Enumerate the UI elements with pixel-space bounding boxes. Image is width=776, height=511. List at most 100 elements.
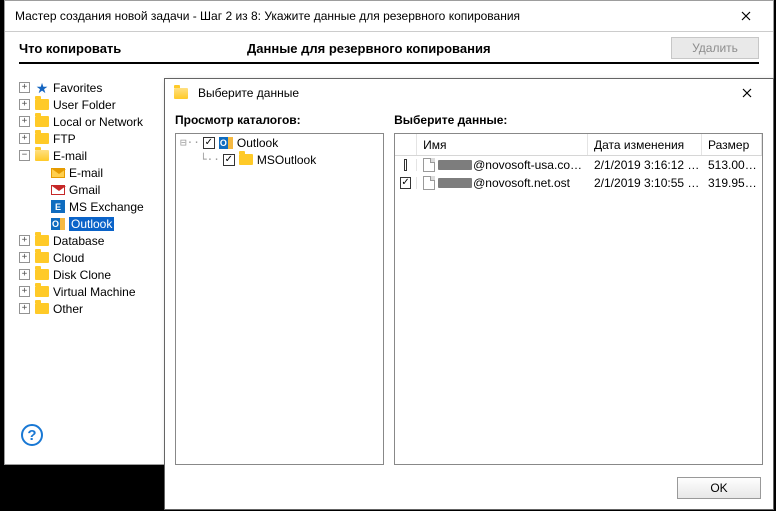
outlook-icon: O bbox=[218, 136, 234, 150]
dialog-close-button[interactable] bbox=[727, 82, 767, 104]
tree-item-label: Virtual Machine bbox=[53, 285, 136, 299]
tree-item[interactable]: O Outlook bbox=[19, 215, 174, 232]
tree-item-label: User Folder bbox=[53, 98, 116, 112]
file-checkbox[interactable] bbox=[404, 159, 407, 171]
source-tree[interactable]: +★Favorites+User Folder+Local or Network… bbox=[19, 79, 174, 404]
file-row[interactable]: @novosoft-usa.co… 2/1/2019 3:16:12 …513.0… bbox=[395, 156, 762, 174]
close-icon bbox=[742, 88, 752, 98]
tree-item[interactable]: Gmail bbox=[19, 181, 174, 198]
catalog-checkbox[interactable]: ✓ bbox=[203, 137, 215, 149]
tree-expander[interactable]: + bbox=[19, 269, 30, 280]
tree-item-label: Cloud bbox=[53, 251, 84, 265]
file-size-cell: 319.95… bbox=[702, 176, 762, 190]
redacted-segment bbox=[438, 160, 472, 170]
file-checkbox[interactable]: ✓ bbox=[400, 177, 410, 189]
tree-item-label: Local or Network bbox=[53, 115, 143, 129]
file-icon bbox=[423, 176, 435, 190]
redacted-segment bbox=[438, 178, 472, 188]
gmail-icon bbox=[51, 185, 65, 195]
file-name-cell: @novosoft.net.ost bbox=[417, 176, 588, 190]
tree-connector-icon: ⊟·· bbox=[180, 136, 200, 149]
divider bbox=[19, 62, 759, 64]
star-icon: ★ bbox=[36, 81, 49, 95]
catalog-heading: Просмотр каталогов: bbox=[175, 113, 384, 127]
tree-item[interactable]: + Local or Network bbox=[19, 113, 174, 130]
file-name-suffix: @novosoft.net.ost bbox=[473, 176, 570, 190]
tree-item-label: E-mail bbox=[69, 166, 103, 180]
tree-expander[interactable]: + bbox=[19, 286, 30, 297]
mail-icon bbox=[51, 168, 65, 178]
tree-expander[interactable]: + bbox=[19, 133, 30, 144]
folder-icon bbox=[35, 252, 49, 263]
tree-item[interactable]: E-mail bbox=[19, 164, 174, 181]
tree-expander[interactable]: + bbox=[19, 252, 30, 263]
header-backup-data: Данные для резервного копирования bbox=[247, 41, 663, 56]
column-name[interactable]: Имя bbox=[417, 134, 588, 155]
tree-item[interactable]: − E-mail bbox=[19, 147, 174, 164]
catalog-tree[interactable]: ⊟·· ✓ O Outlook └·· ✓ MSOutlook bbox=[175, 133, 384, 465]
close-icon bbox=[741, 11, 751, 21]
file-row[interactable]: ✓ @novosoft.net.ost 2/1/2019 3:10:55 …319.… bbox=[395, 174, 762, 192]
ms-exchange-icon: E bbox=[51, 200, 65, 213]
tree-item-label: Database bbox=[53, 234, 104, 248]
outlook-icon: O bbox=[51, 217, 65, 230]
tree-item[interactable]: + Other bbox=[19, 300, 174, 317]
tree-expander[interactable]: + bbox=[19, 99, 30, 110]
file-name-cell: @novosoft-usa.co… bbox=[417, 158, 588, 172]
ok-button[interactable]: OK bbox=[677, 477, 761, 499]
file-list-heading: Выберите данные: bbox=[394, 113, 763, 127]
tree-item[interactable]: E MS Exchange bbox=[19, 198, 174, 215]
tree-item[interactable]: + Disk Clone bbox=[19, 266, 174, 283]
help-button[interactable]: ? bbox=[21, 424, 43, 446]
tree-item[interactable]: + Database bbox=[19, 232, 174, 249]
catalog-row-outlook[interactable]: ⊟·· ✓ O Outlook bbox=[176, 134, 383, 151]
catalog-row-msoutlook[interactable]: └·· ✓ MSOutlook bbox=[176, 151, 383, 168]
catalog-checkbox[interactable]: ✓ bbox=[223, 154, 235, 166]
delete-button[interactable]: Удалить bbox=[671, 37, 759, 59]
section-headers: Что копировать Данные для резервного коп… bbox=[5, 32, 773, 58]
tree-item[interactable]: +★Favorites bbox=[19, 79, 174, 96]
tree-item-label: Gmail bbox=[69, 183, 100, 197]
dialog-titlebar: Выберите данные bbox=[165, 79, 773, 107]
tree-item-label: Outlook bbox=[69, 217, 114, 231]
catalog-label: Outlook bbox=[237, 136, 278, 150]
folder-icon bbox=[35, 116, 49, 127]
tree-expander[interactable]: + bbox=[19, 116, 30, 127]
tree-connector-icon: └·· bbox=[200, 153, 220, 166]
folder-icon bbox=[35, 99, 49, 110]
tree-item-label: Other bbox=[53, 302, 83, 316]
folder-icon bbox=[35, 286, 49, 297]
file-list-header[interactable]: Имя Дата изменения Размер bbox=[395, 134, 762, 156]
file-date-cell: 2/1/2019 3:10:55 … bbox=[588, 176, 702, 190]
select-data-dialog: Выберите данные Просмотр каталогов: ⊟·· … bbox=[164, 78, 774, 510]
tree-expander[interactable]: + bbox=[19, 235, 30, 246]
tree-item[interactable]: + User Folder bbox=[19, 96, 174, 113]
folder-open-icon bbox=[35, 150, 49, 161]
file-name-suffix: @novosoft-usa.co… bbox=[473, 158, 582, 172]
header-what-to-copy: Что копировать bbox=[19, 41, 239, 56]
folder-icon bbox=[35, 269, 49, 280]
wizard-close-button[interactable] bbox=[725, 4, 767, 28]
catalog-label: MSOutlook bbox=[257, 153, 316, 167]
tree-item[interactable]: + Virtual Machine bbox=[19, 283, 174, 300]
tree-expander[interactable]: + bbox=[19, 82, 30, 93]
folder-icon bbox=[35, 303, 49, 314]
file-icon bbox=[423, 158, 435, 172]
tree-item-label: E-mail bbox=[53, 149, 87, 163]
tree-item[interactable]: + FTP bbox=[19, 130, 174, 147]
wizard-titlebar: Мастер создания новой задачи - Шаг 2 из … bbox=[5, 1, 773, 31]
column-date[interactable]: Дата изменения bbox=[588, 134, 702, 155]
tree-item-label: MS Exchange bbox=[69, 200, 144, 214]
file-list[interactable]: Имя Дата изменения Размер @novosoft-usa.… bbox=[394, 133, 763, 465]
tree-item-label: Disk Clone bbox=[53, 268, 111, 282]
file-size-cell: 513.00… bbox=[702, 158, 762, 172]
folder-open-icon bbox=[173, 86, 189, 100]
file-date-cell: 2/1/2019 3:16:12 … bbox=[588, 158, 702, 172]
column-size[interactable]: Размер bbox=[702, 134, 762, 155]
tree-item[interactable]: + Cloud bbox=[19, 249, 174, 266]
wizard-title: Мастер создания новой задачи - Шаг 2 из … bbox=[15, 9, 725, 23]
folder-icon bbox=[238, 153, 254, 167]
tree-expander[interactable]: − bbox=[19, 150, 30, 161]
tree-expander[interactable]: + bbox=[19, 303, 30, 314]
tree-item-label: FTP bbox=[53, 132, 76, 146]
